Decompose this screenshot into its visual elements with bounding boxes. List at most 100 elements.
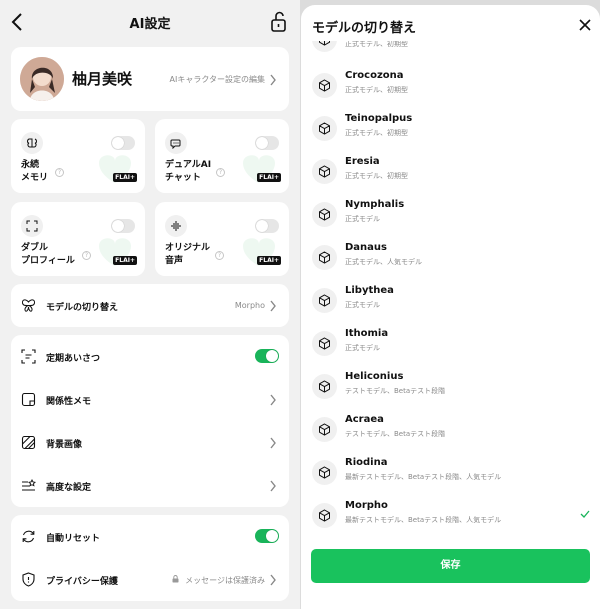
shield-icon: [22, 572, 35, 587]
chevron-right-icon: [270, 300, 276, 312]
chevron-right-icon: [270, 437, 276, 449]
model-item[interactable]: Riodina 最新テストモデル、Betaテスト段階、人気モデル: [301, 450, 600, 493]
chevron-right-icon: [270, 480, 276, 492]
feature-card-memory: 永続 メモリ ? FLAI+: [11, 119, 145, 193]
memory-toggle[interactable]: [111, 136, 135, 150]
model-item[interactable]: Ithomia 正式モデル: [301, 321, 600, 364]
model-cube-icon: [312, 331, 337, 356]
model-cube-icon: [312, 159, 337, 184]
chevron-right-icon: [270, 74, 276, 86]
refresh-icon: [22, 530, 35, 543]
advanced-settings-label: 高度な設定: [46, 483, 92, 493]
original-voice-toggle[interactable]: [255, 219, 279, 233]
model-cube-icon: [312, 503, 337, 528]
relationship-memo-row[interactable]: 関係性メモ: [11, 378, 289, 421]
auto-reset-row: 自動リセット: [11, 515, 289, 558]
model-name: Eresia: [345, 156, 380, 167]
unlock-share-icon[interactable]: [268, 10, 290, 34]
model-description: 最新テストモデル、Betaテスト段階、人気モデル: [345, 516, 502, 524]
voice-icon: [165, 215, 187, 237]
model-description: 正式モデル、初期型: [345, 41, 408, 48]
top-bar: AI設定: [0, 0, 300, 44]
flai-plus-badge: FLAI+: [257, 173, 281, 182]
model-name: Ithomia: [345, 328, 389, 339]
watermark-decoration: [99, 238, 131, 266]
model-switch-row[interactable]: モデルの切り替え Morpho: [11, 284, 289, 327]
model-name: Libythea: [345, 285, 394, 296]
feature-card-dual-chat: デュアルAI チャット ? FLAI+: [155, 119, 289, 193]
background-image-icon: [21, 435, 36, 450]
double-profile-toggle[interactable]: [111, 219, 135, 233]
memory-icon: [21, 132, 43, 154]
model-name: Morpho: [345, 500, 388, 511]
greeting-toggle[interactable]: [255, 349, 279, 363]
close-icon[interactable]: [578, 18, 592, 32]
model-description: 正式モデル、初期型: [345, 172, 408, 180]
background-image-label: 背景画像: [46, 440, 83, 450]
page-title: AI設定: [129, 17, 171, 32]
help-icon[interactable]: ?: [55, 168, 64, 177]
model-cube-icon: [312, 288, 337, 313]
model-description: 正式モデル: [345, 301, 380, 309]
model-item[interactable]: Crocozona 正式モデル、初期型: [301, 63, 600, 106]
model-description: 正式モデル: [345, 215, 380, 223]
chevron-right-icon: [270, 574, 276, 586]
watermark-decoration: [243, 238, 275, 266]
model-cube-icon: [312, 374, 337, 399]
edit-character-link[interactable]: AIキャラクター設定の編集: [169, 74, 265, 85]
model-switch-sheet: モデルの切り替え 正式モデル、初期型 Crocozona 正式モデル、初期型 T…: [301, 5, 600, 609]
relationship-memo-label: 関係性メモ: [46, 397, 92, 407]
model-item[interactable]: Teinopalpus 正式モデル、初期型: [301, 106, 600, 149]
model-name: Acraea: [345, 414, 384, 425]
model-switch-card[interactable]: モデルの切り替え Morpho: [11, 284, 289, 327]
model-description: 最新テストモデル、Betaテスト段階、人気モデル: [345, 473, 502, 481]
model-switch-overlay: モデルの切り替え 正式モデル、初期型 Crocozona 正式モデル、初期型 T…: [300, 0, 600, 609]
feature-label: オリジナル 音声: [165, 243, 211, 266]
model-item[interactable]: Acraea テストモデル、Betaテスト段階: [301, 407, 600, 450]
current-model-value: Morpho: [234, 301, 265, 310]
help-icon[interactable]: ?: [82, 251, 91, 260]
butterfly-icon: [21, 299, 36, 312]
avatar: [20, 57, 64, 101]
model-description: テストモデル、Betaテスト段階: [345, 430, 446, 438]
model-switch-label: モデルの切り替え: [46, 303, 119, 313]
help-icon[interactable]: ?: [216, 168, 225, 177]
dual-chat-toggle[interactable]: [255, 136, 279, 150]
model-cube-icon: [312, 245, 337, 270]
model-description: 正式モデル、初期型: [345, 86, 408, 94]
model-item[interactable]: Heliconius テストモデル、Betaテスト段階: [301, 364, 600, 407]
flai-plus-badge: FLAI+: [257, 256, 281, 265]
auto-reset-label: 自動リセット: [46, 534, 101, 544]
watermark-decoration: [243, 155, 275, 183]
character-name: 柚月美咲: [72, 70, 133, 88]
advanced-settings-row[interactable]: 高度な設定: [11, 464, 289, 507]
model-description: 正式モデル: [345, 344, 380, 352]
model-cube-icon: [312, 41, 337, 52]
scan-greeting-icon: [21, 349, 36, 364]
privacy-row[interactable]: プライバシー保護 メッセージは保護済み: [11, 558, 289, 601]
background-image-row[interactable]: 背景画像: [11, 421, 289, 464]
model-item[interactable]: Eresia 正式モデル、初期型: [301, 149, 600, 192]
model-name: Danaus: [345, 242, 387, 253]
watermark-decoration: [99, 155, 131, 183]
model-description: 正式モデル、人気モデル: [345, 258, 422, 266]
save-button[interactable]: 保存: [311, 549, 590, 583]
settings-group-card: 定期あいさつ 関係性メモ 背景画像 高度な設定: [11, 335, 289, 507]
help-icon[interactable]: ?: [215, 251, 224, 260]
auto-reset-toggle[interactable]: [255, 529, 279, 543]
model-item-selected[interactable]: Morpho 最新テストモデル、Betaテスト段階、人気モデル: [301, 493, 600, 536]
model-item[interactable]: Nymphalis 正式モデル: [301, 192, 600, 235]
model-description: 正式モデル、初期型: [345, 129, 408, 137]
model-item[interactable]: Libythea 正式モデル: [301, 278, 600, 321]
lock-icon: [172, 575, 179, 583]
model-cube-icon: [312, 202, 337, 227]
model-list: 正式モデル、初期型 Crocozona 正式モデル、初期型 Teinopalpu…: [301, 41, 600, 546]
model-name: Crocozona: [345, 70, 404, 81]
greeting-label: 定期あいさつ: [46, 354, 101, 364]
character-profile-card[interactable]: 柚月美咲 AIキャラクター設定の編集: [11, 47, 289, 111]
model-cube-icon: [312, 73, 337, 98]
model-item[interactable]: Danaus 正式モデル、人気モデル: [301, 235, 600, 278]
privacy-label: プライバシー保護: [46, 577, 118, 587]
model-name: Riodina: [345, 457, 388, 468]
model-item[interactable]: 正式モデル、初期型: [301, 41, 600, 60]
